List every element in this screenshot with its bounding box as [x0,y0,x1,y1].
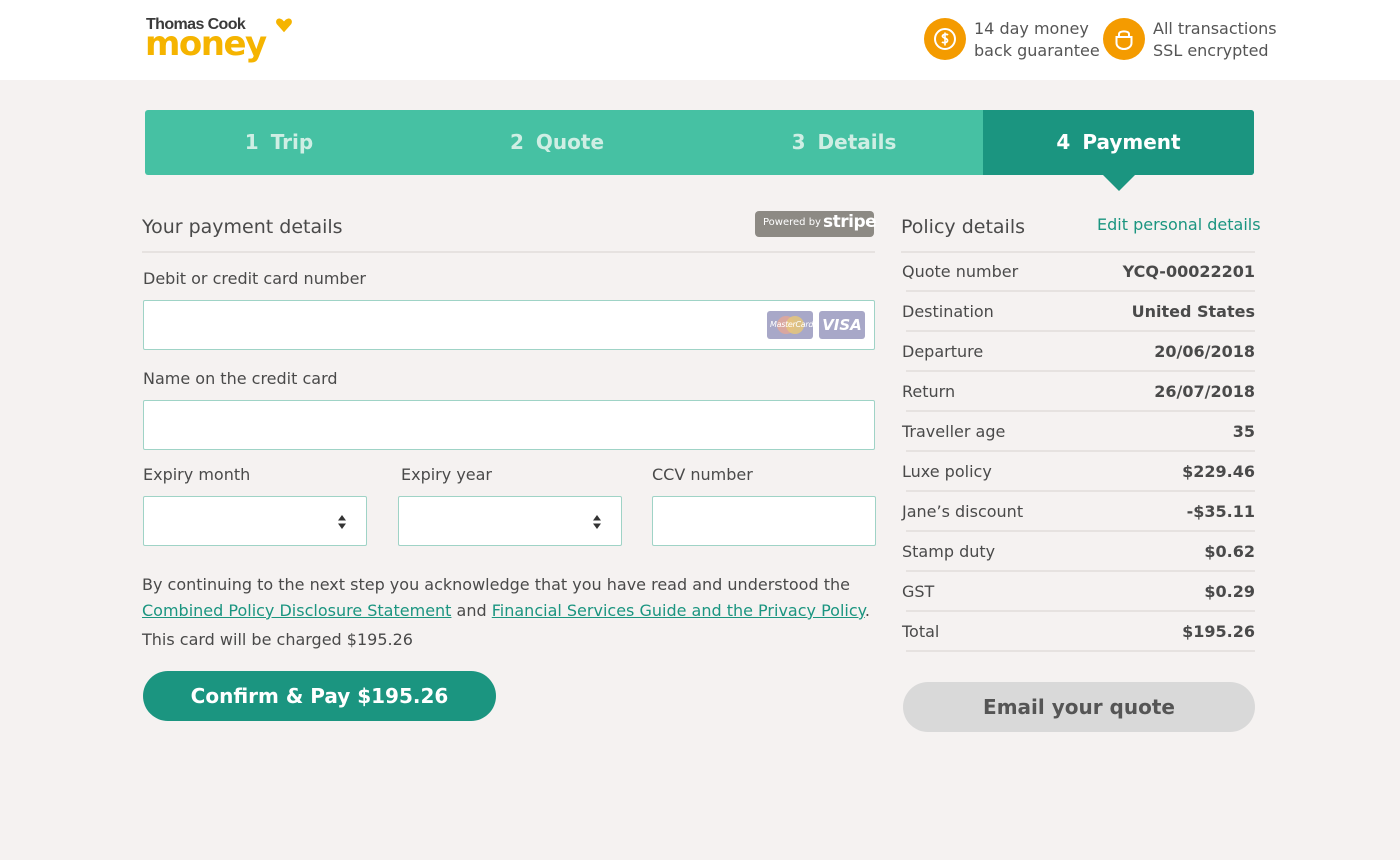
confirm-pay-button[interactable]: Confirm & Pay $195.26 [143,671,496,721]
card-number-field[interactable]: MasterCard VISA [143,300,875,350]
ccv-label: CCV number [652,465,753,484]
policy-row: GST $0.29 [902,572,1255,612]
heart-icon [276,18,292,33]
row-divider [906,650,1255,652]
policy-row-label: Stamp duty [902,542,996,561]
progress-steps: 1 Trip 2 Quote 3 Details 4 Payment [145,110,1254,175]
policy-row-value: $229.46 [1182,462,1255,481]
policy-row-label: Return [902,382,956,401]
expiry-year-select[interactable] [398,496,622,546]
policy-row-label: Departure [902,342,984,361]
policy-details-title: Policy details [901,216,1025,238]
policy-row: Departure 20/06/2018 [902,332,1255,372]
step-number: 1 [244,130,259,154]
select-arrows-icon [338,515,346,529]
ssl-line-1: All transactions [1153,19,1277,38]
policy-row: Traveller age 35 [902,412,1255,452]
logo-bottom-text: money [145,24,267,64]
ack-end: . [864,601,870,620]
policy-row: Jane’s discount -$35.11 [902,492,1255,532]
policy-row-value: YCQ-00022201 [1122,262,1255,281]
step-quote[interactable]: 2 Quote [413,110,701,175]
policy-row-label: Luxe policy [902,462,992,481]
card-number-input[interactable] [144,301,874,349]
step-number: 3 [791,130,806,154]
policy-row: Total $195.26 [902,612,1255,652]
policy-row-value: -$35.11 [1186,502,1255,521]
step-label: Details [817,130,897,154]
policy-row-value: 35 [1232,422,1255,441]
policy-row: Return 26/07/2018 [902,372,1255,412]
step-number: 2 [509,130,524,154]
step-number: 4 [1056,130,1071,154]
charge-amount-text: This card will be charged $195.26 [142,630,413,649]
expiry-month-label: Expiry month [143,465,251,484]
ssl-encryption-note: All transactions SSL encrypted [1103,16,1277,62]
money-back-guarantee: 14 day money back guarantee [924,16,1100,62]
step-trip[interactable]: 1 Trip [145,110,413,175]
policy-row: Quote number YCQ-00022201 [902,252,1255,292]
combined-policy-link[interactable]: Combined Policy Disclosure Statement [142,601,451,620]
policy-row-value: 26/07/2018 [1154,382,1255,401]
stripe-badge: Powered by stripe [755,211,877,237]
ack-intro: By continuing to the next step you ackno… [142,575,850,594]
card-number-label: Debit or credit card number [143,269,366,288]
edit-personal-details-link[interactable]: Edit personal details [1097,215,1261,234]
policy-row-value: United States [1131,302,1255,321]
policy-row-label: Destination [902,302,994,321]
policy-row-label: GST [902,582,935,601]
policy-row: Destination United States [902,292,1255,332]
policy-row-label: Quote number [902,262,1019,281]
ack-and: and [456,601,487,620]
expiry-year-label: Expiry year [401,465,493,484]
expiry-month-select[interactable] [143,496,367,546]
mastercard-text: MasterCard [770,320,814,329]
step-payment-active: 4 Payment [983,110,1254,175]
financial-services-guide-link[interactable]: Financial Services Guide and the Privacy… [492,601,865,620]
stripe-powered-text: Powered by [763,217,821,228]
lock-icon [1103,18,1145,60]
policy-row-value: $0.29 [1204,582,1255,601]
policy-row-label: Jane’s discount [902,502,1024,521]
ccv-input[interactable] [653,497,875,545]
policy-row-value: $0.62 [1204,542,1255,561]
active-step-pointer [1103,175,1135,191]
ssl-line-2: SSL encrypted [1153,41,1269,60]
select-arrows-icon [593,515,601,529]
policy-row-label: Traveller age [902,422,1006,441]
acknowledgement-text: By continuing to the next step you ackno… [142,572,882,624]
policy-row: Stamp duty $0.62 [902,532,1255,572]
policy-row-label: Total [902,622,940,641]
thomas-cook-money-logo[interactable]: Thomas Cook money [145,14,305,70]
email-quote-button[interactable]: Email your quote [903,682,1255,732]
policy-row-value: $195.26 [1182,622,1255,641]
step-label: Trip [270,130,314,154]
policy-row-value: 20/06/2018 [1154,342,1255,361]
step-details[interactable]: 3 Details [701,110,987,175]
mastercard-icon: MasterCard [767,311,813,339]
stripe-logo: stripe [823,212,877,232]
card-name-input[interactable] [144,401,874,449]
step-label: Payment [1082,130,1181,154]
card-name-label: Name on the credit card [143,369,338,388]
visa-icon: VISA [819,311,865,339]
payment-details-title: Your payment details [142,216,343,238]
card-name-field[interactable] [143,400,875,450]
ccv-field[interactable] [652,496,876,546]
guarantee-line-2: back guarantee [974,41,1100,60]
divider [142,251,875,253]
policy-row: Luxe policy $229.46 [902,452,1255,492]
dollar-refresh-icon [924,18,966,60]
header: Thomas Cook money 14 day money back guar… [0,0,1400,80]
guarantee-line-1: 14 day money [974,19,1089,38]
step-label: Quote [535,130,605,154]
